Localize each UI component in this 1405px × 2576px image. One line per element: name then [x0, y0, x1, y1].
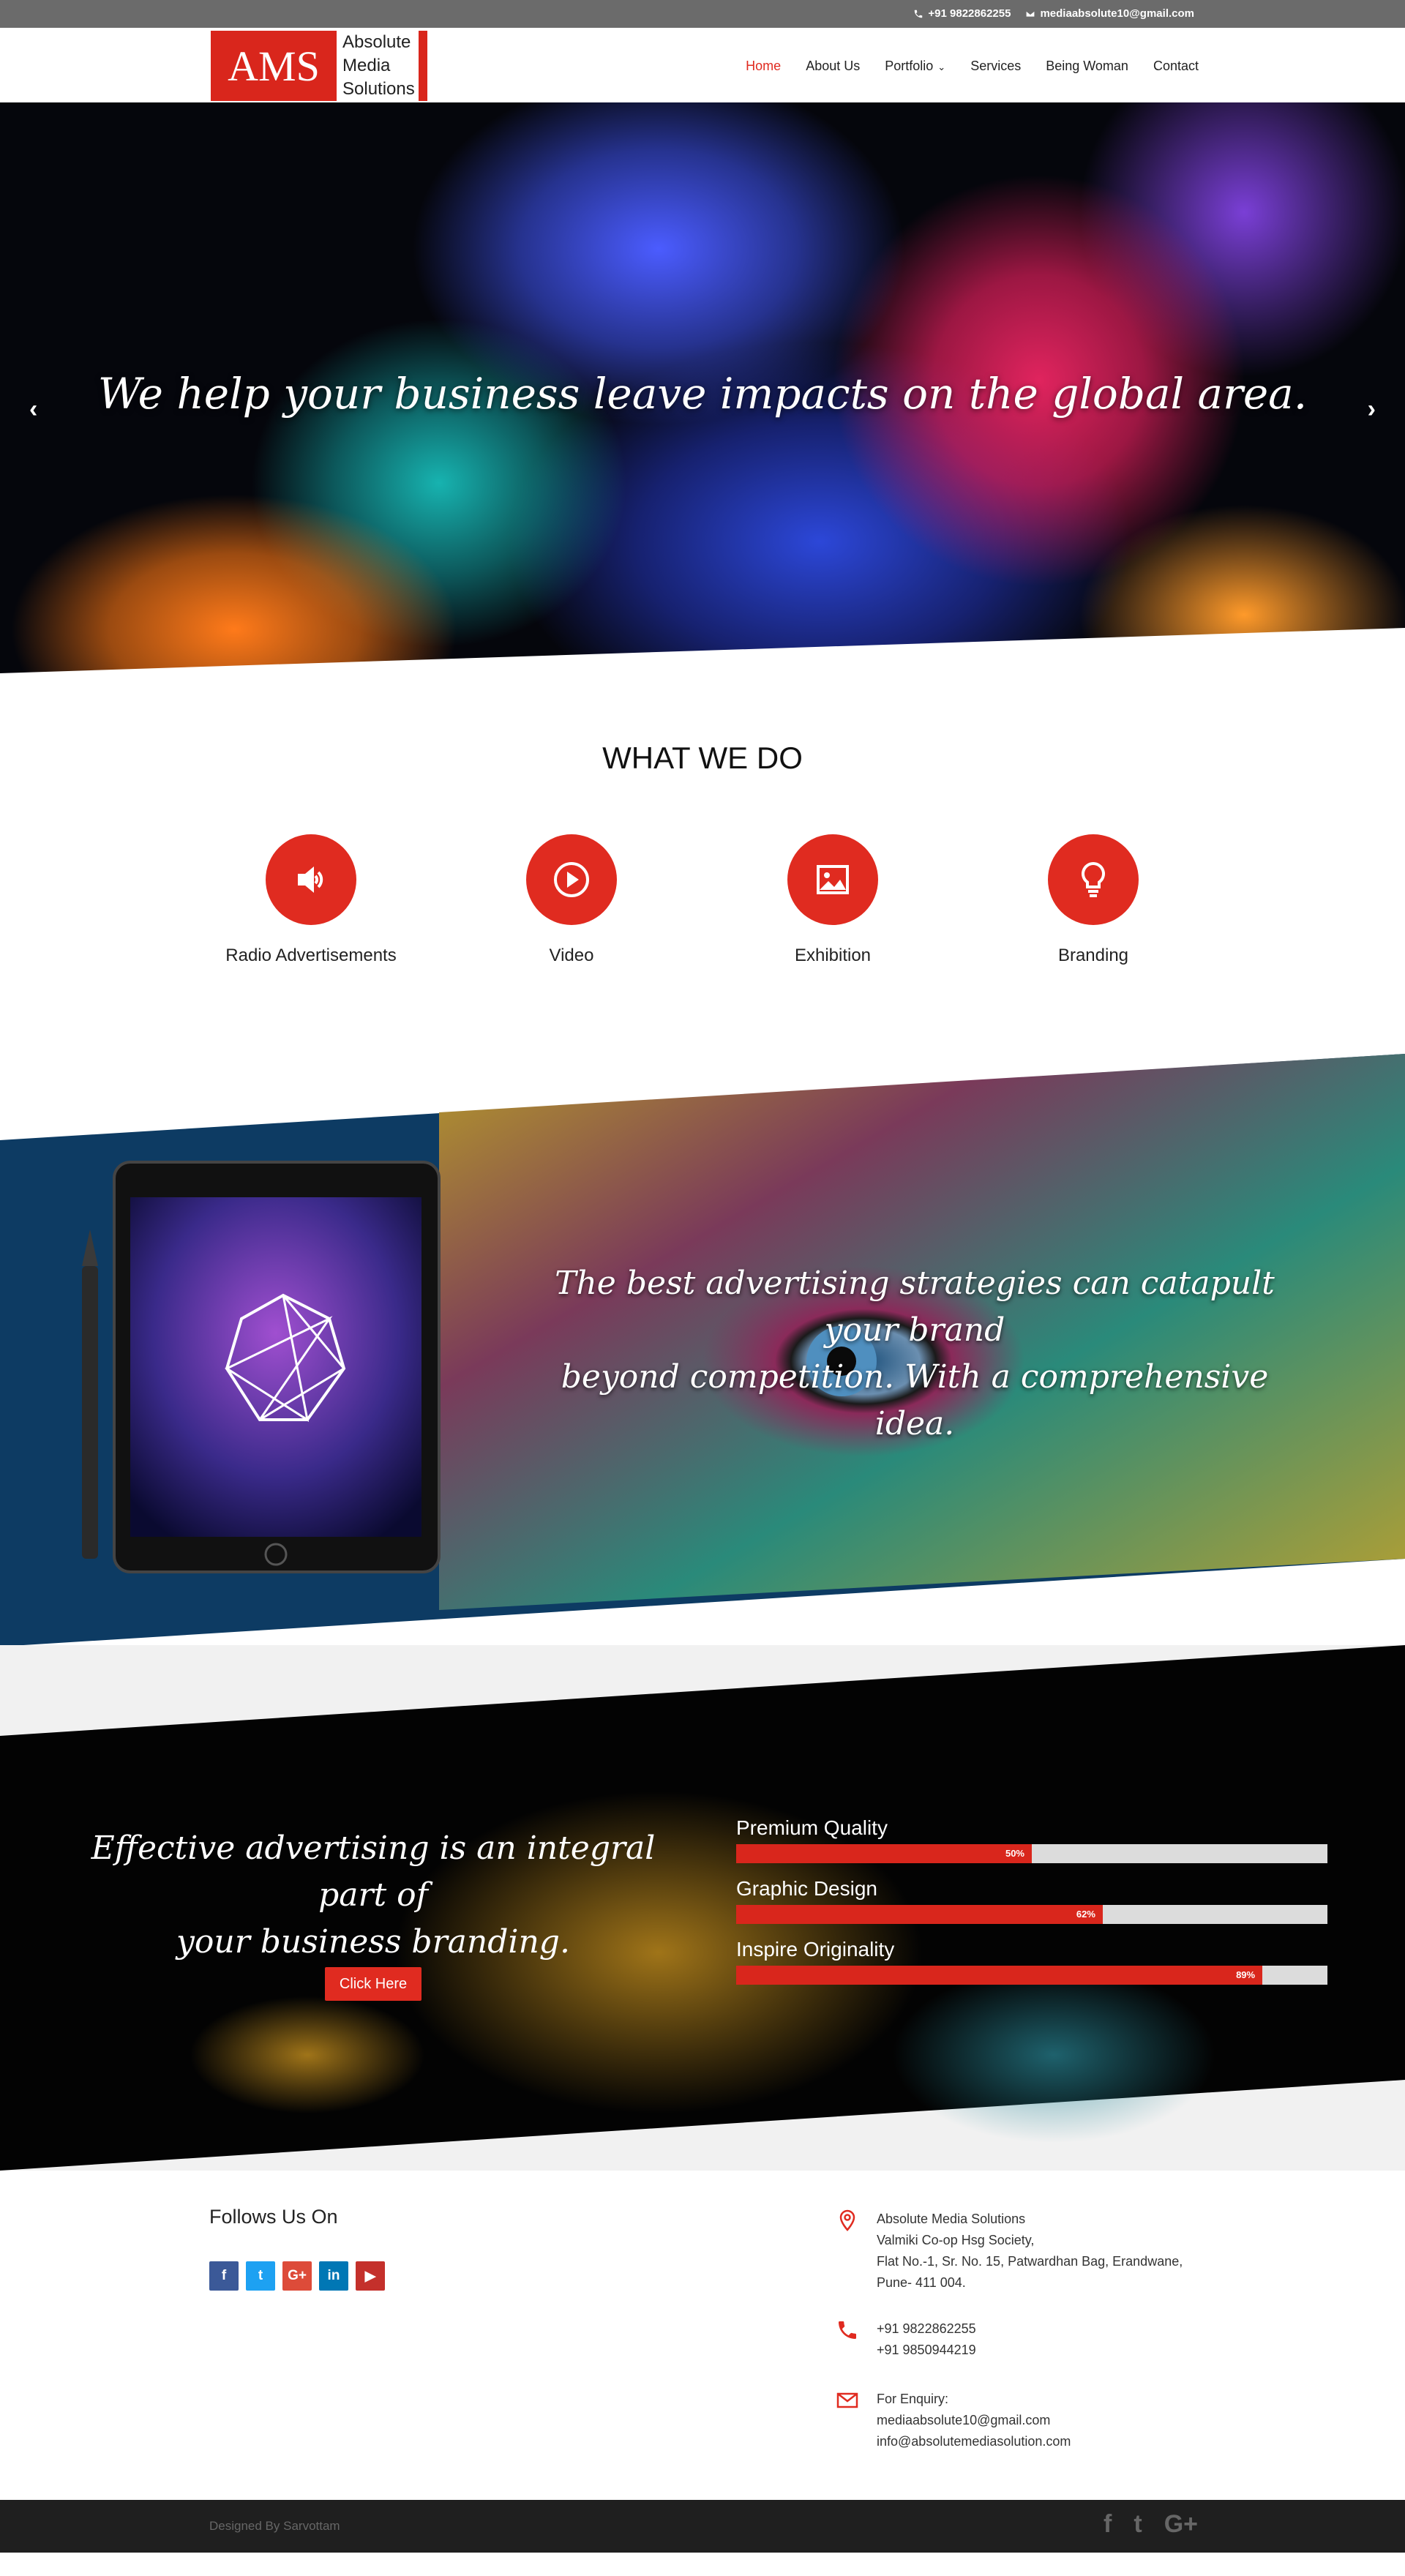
envelope-icon: [836, 2392, 858, 2408]
nav-contact[interactable]: Contact: [1153, 59, 1199, 74]
chevron-down-icon: ⌄: [937, 61, 946, 72]
topbar-phone-text: +91 9822862255: [928, 7, 1011, 20]
twitter-icon[interactable]: t: [1134, 2510, 1142, 2539]
branding-section: Effective advertising is an integral par…: [0, 1645, 1405, 2171]
skill-bar-track: 50%: [736, 1844, 1327, 1863]
image-icon: [787, 834, 878, 925]
slider-prev-arrow-icon[interactable]: ‹: [29, 395, 37, 424]
nav-home[interactable]: Home: [746, 59, 781, 74]
skill-bar-track: 89%: [736, 1966, 1327, 1985]
slider-next-arrow-icon[interactable]: ›: [1368, 395, 1376, 424]
footer-social-icons: f t G+: [1104, 2510, 1198, 2539]
service-branding[interactable]: Branding: [984, 834, 1203, 966]
phone-icon: [915, 10, 923, 18]
contact-phones: +91 9822862255 +91 9850944219: [836, 2318, 1245, 2361]
skill-bar-percent: 89%: [1236, 1969, 1256, 1980]
google-plus-icon[interactable]: G+: [1164, 2510, 1198, 2539]
skill-bar-graphic-design: Graphic Design 62%: [736, 1877, 1327, 1924]
service-label: Radio Advertisements: [225, 946, 397, 965]
google-plus-icon[interactable]: G+: [282, 2261, 312, 2291]
logo-line-3: Solutions: [342, 79, 415, 99]
topbar-phone[interactable]: +91 9822862255: [913, 7, 1011, 20]
email-link[interactable]: mediaabsolute10@gmail.com: [877, 2410, 1245, 2431]
skill-bar-percent: 50%: [1005, 1848, 1024, 1859]
address-line: Absolute Media Solutions: [877, 2212, 1026, 2226]
youtube-icon[interactable]: ▶: [356, 2261, 385, 2291]
lightbulb-icon: [1048, 834, 1139, 925]
twitter-icon[interactable]: t: [246, 2261, 275, 2291]
social-links: f t G+ in ▶: [209, 2261, 385, 2291]
facebook-icon[interactable]: f: [1104, 2510, 1112, 2539]
service-radio[interactable]: Radio Advertisements: [201, 834, 421, 966]
nav-portfolio[interactable]: Portfolio ⌄: [885, 59, 945, 74]
phone-icon: [839, 2321, 856, 2339]
email-link[interactable]: info@absolutemediasolution.com: [877, 2431, 1245, 2452]
skill-bar-track: 62%: [736, 1905, 1327, 1924]
skill-bar-inspire-originality: Inspire Originality 89%: [736, 1938, 1327, 1985]
play-icon: [526, 834, 617, 925]
logo-line-2: Media: [342, 56, 391, 75]
phone-link[interactable]: +91 9850944219: [877, 2340, 1245, 2361]
main-nav: Home About Us Portfolio ⌄ Services Being …: [746, 59, 1199, 74]
speaker-icon: [266, 834, 356, 925]
skill-bar-label: Inspire Originality: [736, 1938, 895, 1961]
branding-line-2: your business branding.: [176, 1923, 570, 1961]
click-here-button[interactable]: Click Here: [325, 1967, 422, 2001]
hero-slider: We help your business leave impacts on t…: [0, 102, 1405, 692]
logo-text: Absolute Media Solutions: [337, 31, 427, 101]
footer-bottom-bar: Designed By Sarvottam f t G+: [0, 2500, 1405, 2553]
nav-about-us[interactable]: About Us: [806, 59, 860, 74]
site-header: AMS Absolute Media Solutions Home About …: [0, 28, 1405, 102]
skill-bar-fill: 62%: [736, 1905, 1103, 1924]
envelope-icon: [1026, 10, 1035, 18]
service-exhibition[interactable]: Exhibition: [723, 834, 943, 966]
facebook-icon[interactable]: f: [209, 2261, 239, 2291]
skill-bar-label: Premium Quality: [736, 1816, 888, 1839]
skill-bar-percent: 62%: [1076, 1909, 1095, 1920]
address-line: Pune- 411 004.: [877, 2275, 966, 2290]
nav-being-woman[interactable]: Being Woman: [1046, 59, 1128, 74]
contact-address: Absolute Media Solutions Valmiki Co-op H…: [836, 2209, 1245, 2294]
skill-bar-fill: 89%: [736, 1966, 1263, 1985]
address-line: Valmiki Co-op Hsg Society,: [877, 2233, 1035, 2247]
service-label: Exhibition: [794, 946, 872, 965]
strategy-section: The best advertising strategies can cata…: [0, 1054, 1405, 1647]
site-footer: Follows Us On f t G+ in ▶ Absolute Media…: [0, 2171, 1405, 2500]
hero-headline: We help your business leave impacts on t…: [97, 369, 1308, 419]
contact-enquiry: For Enquiry: mediaabsolute10@gmail.com i…: [836, 2389, 1245, 2452]
top-bar: +91 9822862255 mediaabsolute10@gmail.com: [0, 0, 1405, 28]
what-we-do-title: WHAT WE DO: [602, 741, 803, 775]
phone-link[interactable]: +91 9822862255: [877, 2318, 1245, 2340]
strategy-line-1: The best advertising strategies can cata…: [555, 1265, 1275, 1349]
service-video[interactable]: Video: [462, 834, 681, 966]
strategy-headline: The best advertising strategies can cata…: [542, 1260, 1288, 1448]
skill-bar-fill: 50%: [736, 1844, 1032, 1863]
branding-headline: Effective advertising is an integral par…: [88, 1825, 659, 1966]
designer-credit[interactable]: Designed By Sarvottam: [209, 2519, 340, 2534]
address-line: Flat No.-1, Sr. No. 15, Patwardhan Bag, …: [877, 2254, 1183, 2269]
linkedin-icon[interactable]: in: [319, 2261, 348, 2291]
strategy-line-2: beyond competition. With a comprehensive…: [561, 1358, 1269, 1442]
nav-services[interactable]: Services: [970, 59, 1021, 74]
topbar-email-text: mediaabsolute10@gmail.com: [1040, 7, 1194, 20]
site-logo[interactable]: AMS Absolute Media Solutions: [211, 31, 427, 101]
skill-bar-label: Graphic Design: [736, 1877, 877, 1900]
service-label: Video: [549, 946, 594, 965]
nav-portfolio-label: Portfolio: [885, 59, 934, 73]
page-end-spacer: [0, 2553, 1405, 2576]
logo-line-1: Absolute: [342, 32, 411, 52]
service-label: Branding: [1057, 946, 1129, 965]
enquiry-label: For Enquiry:: [877, 2392, 949, 2406]
branding-line-1: Effective advertising is an integral par…: [91, 1830, 656, 1914]
topbar-email[interactable]: mediaabsolute10@gmail.com: [1025, 7, 1194, 20]
follow-us-title: Follows Us On: [209, 2206, 338, 2228]
map-pin-icon: [839, 2209, 855, 2231]
logo-abbr: AMS: [211, 31, 337, 101]
skill-bar-premium-quality: Premium Quality 50%: [736, 1816, 1327, 1863]
